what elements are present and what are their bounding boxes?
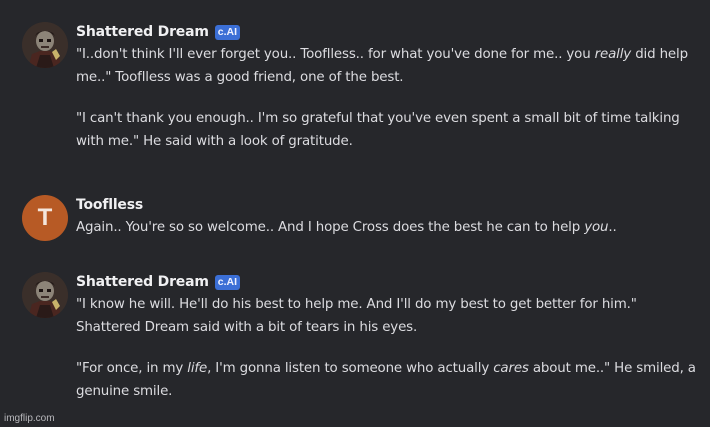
author-name: Shattered Dream [76,274,209,290]
dark-skeleton-character-avatar-icon [22,22,68,68]
author-name: Shattered Dream [76,24,209,40]
character-avatar[interactable] [22,272,68,318]
text-run: "I..don't think I'll ever forget you.. T… [76,47,595,62]
text-run: "For once, in my [76,361,188,376]
chat-transcript: Shattered Dream c.AI "I..don't think I'l… [0,0,710,427]
author-name: Tooflless [76,197,143,213]
dark-skeleton-character-avatar-icon [22,272,68,318]
watermark: imgflip.com [4,413,55,424]
character-avatar[interactable] [22,22,68,68]
message-paragraph: Again.. You're so so welcome.. And I hop… [76,216,702,239]
text-run: Again.. You're so so welcome.. And I hop… [76,220,585,235]
message-paragraph: "For once, in my life, I'm gonna listen … [76,357,702,403]
message-paragraph: "I know he will. He'll do his best to he… [76,293,702,339]
ai-badge: c.AI [214,24,240,40]
ai-badge: c.AI [214,274,240,290]
emphasis-text: life [187,361,208,376]
user-avatar[interactable]: T [22,195,68,241]
emphasis-text: you [584,220,609,235]
text-run: "I know he will. He'll do his best to he… [76,297,637,335]
text-run: .. [608,220,617,235]
emphasis-text: really [594,47,632,62]
emphasis-text: cares [493,361,529,376]
message-paragraph: "I..don't think I'll ever forget you.. T… [76,43,702,89]
text-run: , I'm gonna listen to someone who actual… [207,361,494,376]
text-run: "I can't thank you enough.. I'm so grate… [76,111,680,149]
message-paragraph: "I can't thank you enough.. I'm so grate… [76,107,702,153]
